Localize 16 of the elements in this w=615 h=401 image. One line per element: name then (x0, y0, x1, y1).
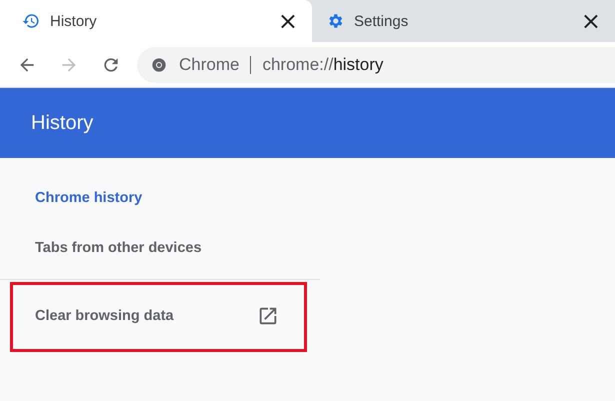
history-icon (22, 12, 40, 30)
site-label: Chrome (179, 54, 240, 74)
url-text: chrome://history (262, 54, 384, 74)
tab-title: History (50, 12, 98, 30)
external-link-icon (257, 305, 279, 327)
browser-tab[interactable]: History × (0, 0, 312, 42)
close-button[interactable]: × (574, 11, 607, 31)
sidebar-item[interactable]: Chrome history (0, 173, 320, 223)
address-bar[interactable]: Chrome chrome://history (137, 46, 615, 82)
sidebar-item[interactable]: Tabs from other devices (0, 223, 320, 273)
chrome-icon (151, 56, 167, 72)
sidebar-item[interactable]: Clear browsing data (0, 282, 279, 350)
tab-title: Settings (354, 12, 410, 30)
page-title: History (31, 112, 94, 134)
close-button[interactable]: × (272, 11, 304, 31)
browser-tab[interactable]: Settings × (312, 0, 615, 42)
